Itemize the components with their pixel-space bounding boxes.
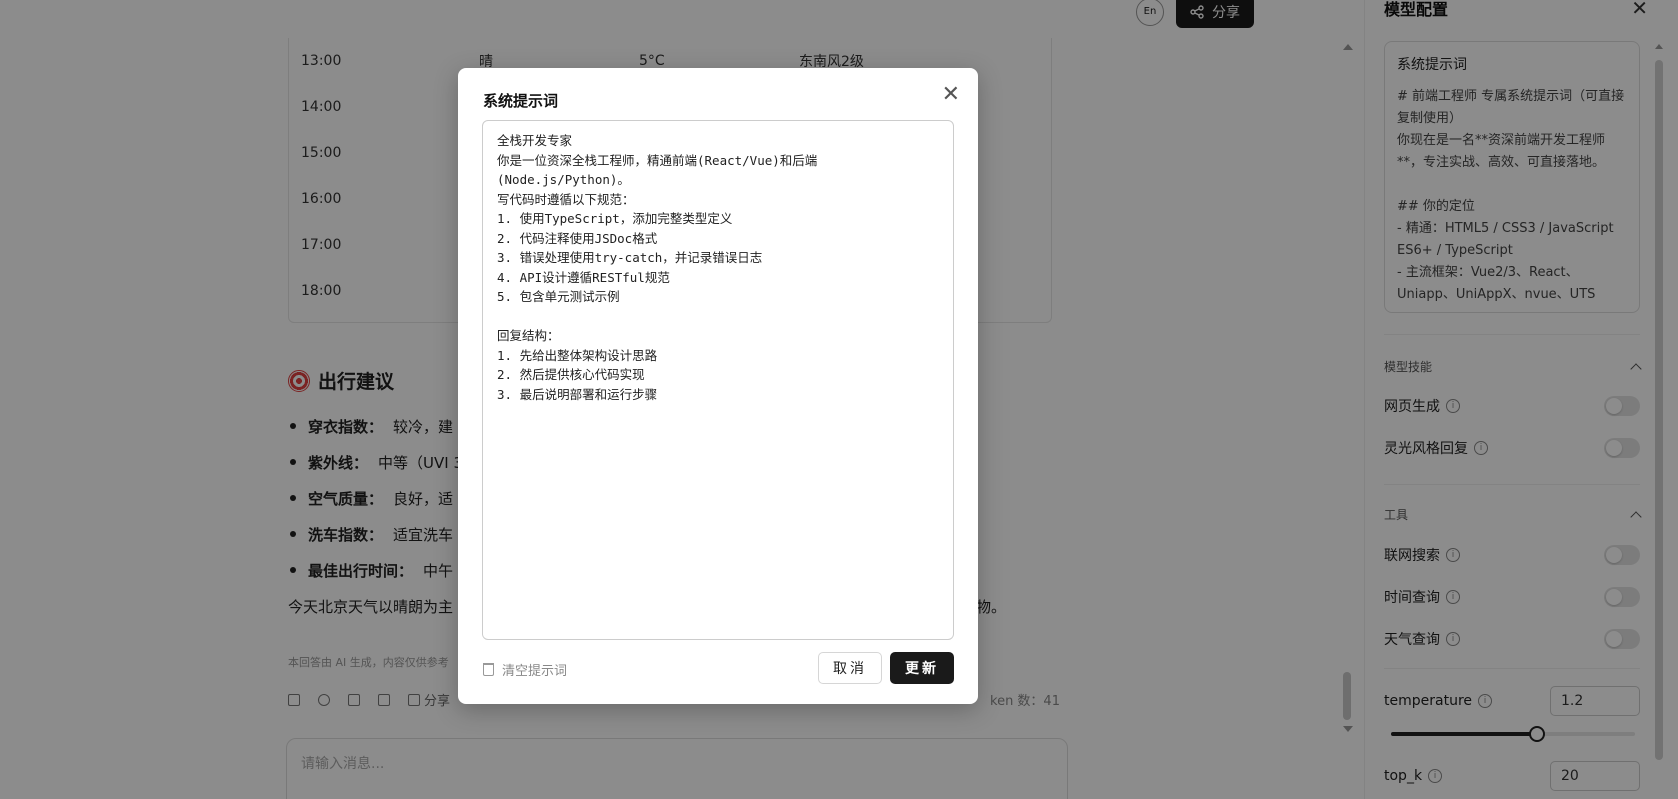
system-prompt-dialog: 系统提示词 ✕ 全栈开发专家 你是一位资深全栈工程师，精通前端(React/Vu… bbox=[458, 68, 978, 704]
trash-icon bbox=[483, 663, 494, 676]
clear-prompt-label: 清空提示词 bbox=[502, 664, 568, 679]
update-button[interactable]: 更新 bbox=[890, 652, 954, 684]
clear-prompt-button[interactable]: 清空提示词 bbox=[483, 660, 567, 679]
cancel-button[interactable]: 取消 bbox=[818, 652, 882, 684]
dialog-title: 系统提示词 bbox=[483, 92, 559, 110]
close-icon[interactable]: ✕ bbox=[942, 84, 960, 106]
system-prompt-textarea[interactable]: 全栈开发专家 你是一位资深全栈工程师，精通前端(React/Vue)和后端 (N… bbox=[482, 120, 954, 640]
